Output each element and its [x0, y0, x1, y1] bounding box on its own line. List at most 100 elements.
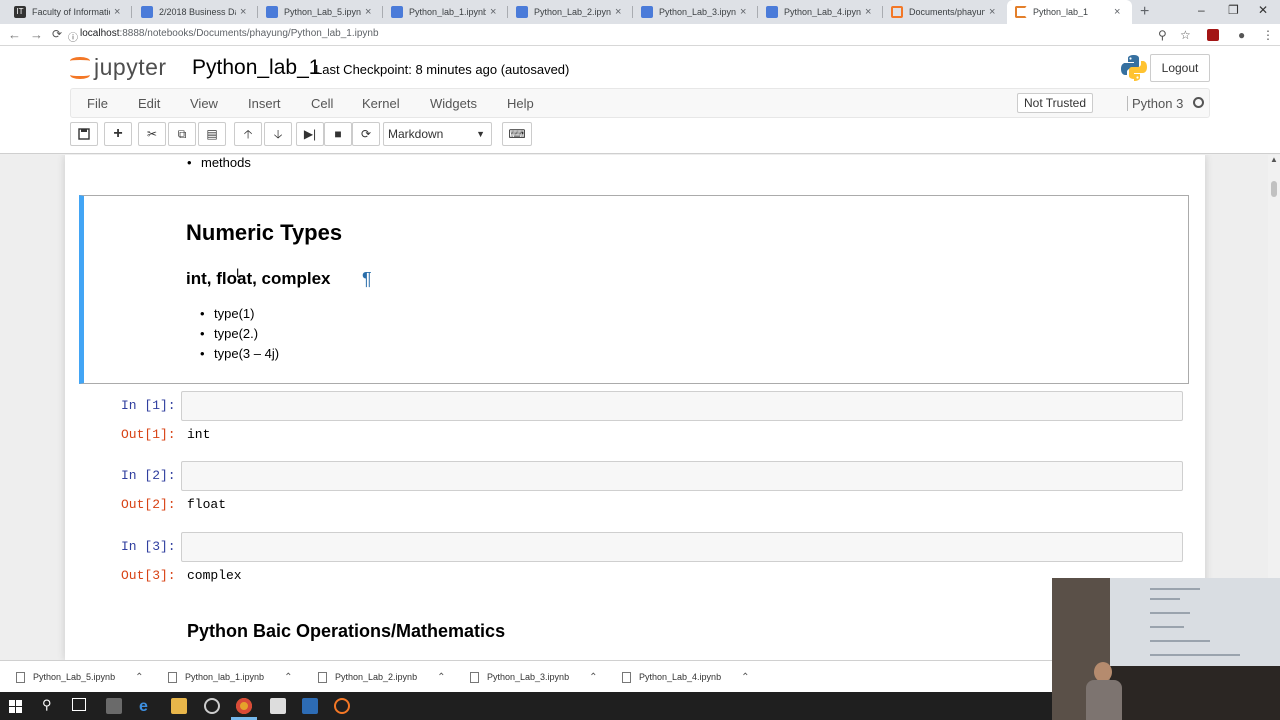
- browser-tab[interactable]: Python_Lab_4.ipynb - G ×: [758, 0, 883, 24]
- scroll-thumb[interactable]: [1271, 181, 1277, 197]
- keyboard-icon: ⌨: [508, 127, 526, 141]
- menu-file[interactable]: File: [87, 96, 108, 111]
- cell-type-select[interactable]: Markdown ▼: [383, 122, 492, 146]
- paste-button[interactable]: ▤: [198, 122, 226, 146]
- browser-tab[interactable]: Python_Lab_5.ipynb - G ×: [258, 0, 383, 24]
- file-icon: [168, 671, 177, 683]
- document-icon: [641, 6, 653, 18]
- url-field[interactable]: localhost:8888/notebooks/Documents/phayu…: [80, 28, 379, 39]
- close-icon[interactable]: ×: [740, 6, 750, 18]
- save-button[interactable]: [70, 122, 98, 146]
- chevron-up-icon[interactable]: ⌃: [437, 672, 445, 683]
- insert-cell-button[interactable]: +: [104, 122, 132, 146]
- profile-icon[interactable]: ●: [1238, 28, 1245, 42]
- reload-icon[interactable]: ⟳: [52, 27, 62, 41]
- bookmark-star-icon[interactable]: ☆: [1180, 28, 1191, 42]
- back-icon[interactable]: ←: [8, 27, 21, 42]
- output-text: float: [187, 497, 227, 512]
- copy-button[interactable]: ⧉: [168, 122, 196, 146]
- cut-button[interactable]: ✂: [138, 122, 166, 146]
- search-icon[interactable]: ⚲: [42, 697, 52, 713]
- code-input[interactable]: [181, 461, 1183, 491]
- close-icon[interactable]: ×: [1114, 6, 1124, 18]
- pdf-extension-icon[interactable]: [1207, 29, 1219, 41]
- restore-icon[interactable]: ❐: [1228, 3, 1239, 17]
- webcam-floor: [1110, 666, 1280, 720]
- notebook-title[interactable]: Python_lab_1: [192, 56, 320, 80]
- chevron-up-icon[interactable]: ⌃: [741, 672, 749, 683]
- run-button[interactable]: ▶|: [296, 122, 324, 146]
- command-palette-button[interactable]: ⌨: [502, 122, 532, 146]
- edge-icon[interactable]: e: [139, 698, 155, 715]
- download-item[interactable]: Python_lab_1.ipynb ⌃: [168, 661, 292, 693]
- menu-insert[interactable]: Insert: [248, 96, 281, 111]
- restart-button[interactable]: ⟳: [352, 122, 380, 146]
- store-icon[interactable]: [106, 698, 122, 714]
- webcam-overlay: [1052, 578, 1280, 720]
- chrome-menu-icon[interactable]: ⋮: [1262, 28, 1274, 42]
- jupyter-taskbar-icon[interactable]: [334, 698, 350, 714]
- window-close-icon[interactable]: ✕: [1258, 3, 1268, 17]
- browser-tab-active[interactable]: Python_lab_1 ×: [1007, 0, 1132, 24]
- browser-tab[interactable]: Documents/phayung/ ×: [883, 0, 1007, 24]
- code-input[interactable]: [181, 391, 1183, 421]
- remote-desktop-icon[interactable]: [302, 698, 318, 714]
- tab-title: Python_Lab_2.ipynb - G: [534, 7, 611, 17]
- tab-title: Faculty of Information: [32, 7, 110, 17]
- chevron-up-icon[interactable]: ⌃: [284, 672, 292, 683]
- close-icon[interactable]: ×: [865, 6, 875, 18]
- zoom-icon[interactable]: ⚲: [1158, 28, 1167, 42]
- markdown-cell-selected[interactable]: Numeric Types int, float, complex ¶ I ty…: [79, 195, 1189, 384]
- close-icon[interactable]: ×: [989, 6, 999, 18]
- forward-icon[interactable]: →: [30, 27, 43, 42]
- scroll-up-icon[interactable]: ▲: [1270, 155, 1278, 164]
- menu-widgets[interactable]: Widgets: [430, 96, 477, 111]
- interrupt-button[interactable]: ■: [324, 122, 352, 146]
- menu-edit[interactable]: Edit: [138, 96, 160, 111]
- download-item[interactable]: Python_Lab_5.ipynb ⌃: [16, 661, 143, 693]
- download-item[interactable]: Python_Lab_3.ipynb ⌃: [470, 661, 597, 693]
- browser-tab[interactable]: Python_Lab_2.ipynb - G ×: [508, 0, 633, 24]
- move-up-button[interactable]: 🡡: [234, 122, 262, 146]
- trust-button[interactable]: Not Trusted: [1017, 93, 1094, 113]
- new-tab-icon[interactable]: +: [1140, 3, 1149, 21]
- download-item[interactable]: Python_Lab_4.ipynb ⌃: [622, 661, 749, 693]
- faculty-site-icon: IT: [14, 6, 26, 18]
- task-view-icon[interactable]: [72, 698, 86, 711]
- stop-icon: ■: [334, 127, 342, 141]
- mail-icon[interactable]: [270, 698, 286, 714]
- chevron-up-icon[interactable]: ⌃: [589, 672, 597, 683]
- menu-cell[interactable]: Cell: [311, 96, 333, 111]
- windows-start-icon[interactable]: [9, 700, 22, 713]
- clock-app-icon[interactable]: [204, 698, 220, 714]
- menu-bar: File Edit View Insert Cell Kernel Widget…: [70, 88, 1210, 118]
- jupyter-logo[interactable]: jupyter: [70, 54, 167, 81]
- restart-icon: ⟳: [360, 127, 372, 141]
- menu-kernel[interactable]: Kernel: [362, 96, 400, 111]
- move-down-button[interactable]: 🡣: [264, 122, 292, 146]
- browser-tab[interactable]: Python_lab_1.ipynb - G ×: [383, 0, 508, 24]
- chrome-icon[interactable]: [236, 698, 252, 714]
- download-item[interactable]: Python_Lab_2.ipynb ⌃: [318, 661, 445, 693]
- info-icon[interactable]: ⓘ: [68, 29, 78, 44]
- minimize-icon[interactable]: –: [1198, 3, 1205, 17]
- close-icon[interactable]: ×: [490, 6, 500, 18]
- menu-view[interactable]: View: [190, 96, 218, 111]
- browser-tab[interactable]: 2/2018 Business Data ×: [133, 0, 258, 24]
- anchor-link-icon[interactable]: ¶: [362, 269, 372, 290]
- chevron-up-icon[interactable]: ⌃: [135, 672, 143, 683]
- close-icon[interactable]: ×: [114, 6, 124, 18]
- file-explorer-icon[interactable]: [171, 698, 187, 714]
- list-item: methods: [187, 155, 251, 170]
- close-icon[interactable]: ×: [240, 6, 250, 18]
- input-prompt: In [1]:: [121, 398, 176, 413]
- step-forward-icon: ▶|: [303, 127, 317, 141]
- logout-button[interactable]: Logout: [1150, 54, 1210, 82]
- download-filename: Python_Lab_2.ipynb: [335, 672, 418, 682]
- code-input[interactable]: [181, 532, 1183, 562]
- browser-tab[interactable]: Python_Lab_3.ipynb - G ×: [633, 0, 758, 24]
- menu-help[interactable]: Help: [507, 96, 534, 111]
- browser-tab[interactable]: IT Faculty of Information ×: [6, 0, 132, 24]
- close-icon[interactable]: ×: [615, 6, 625, 18]
- close-icon[interactable]: ×: [365, 6, 375, 18]
